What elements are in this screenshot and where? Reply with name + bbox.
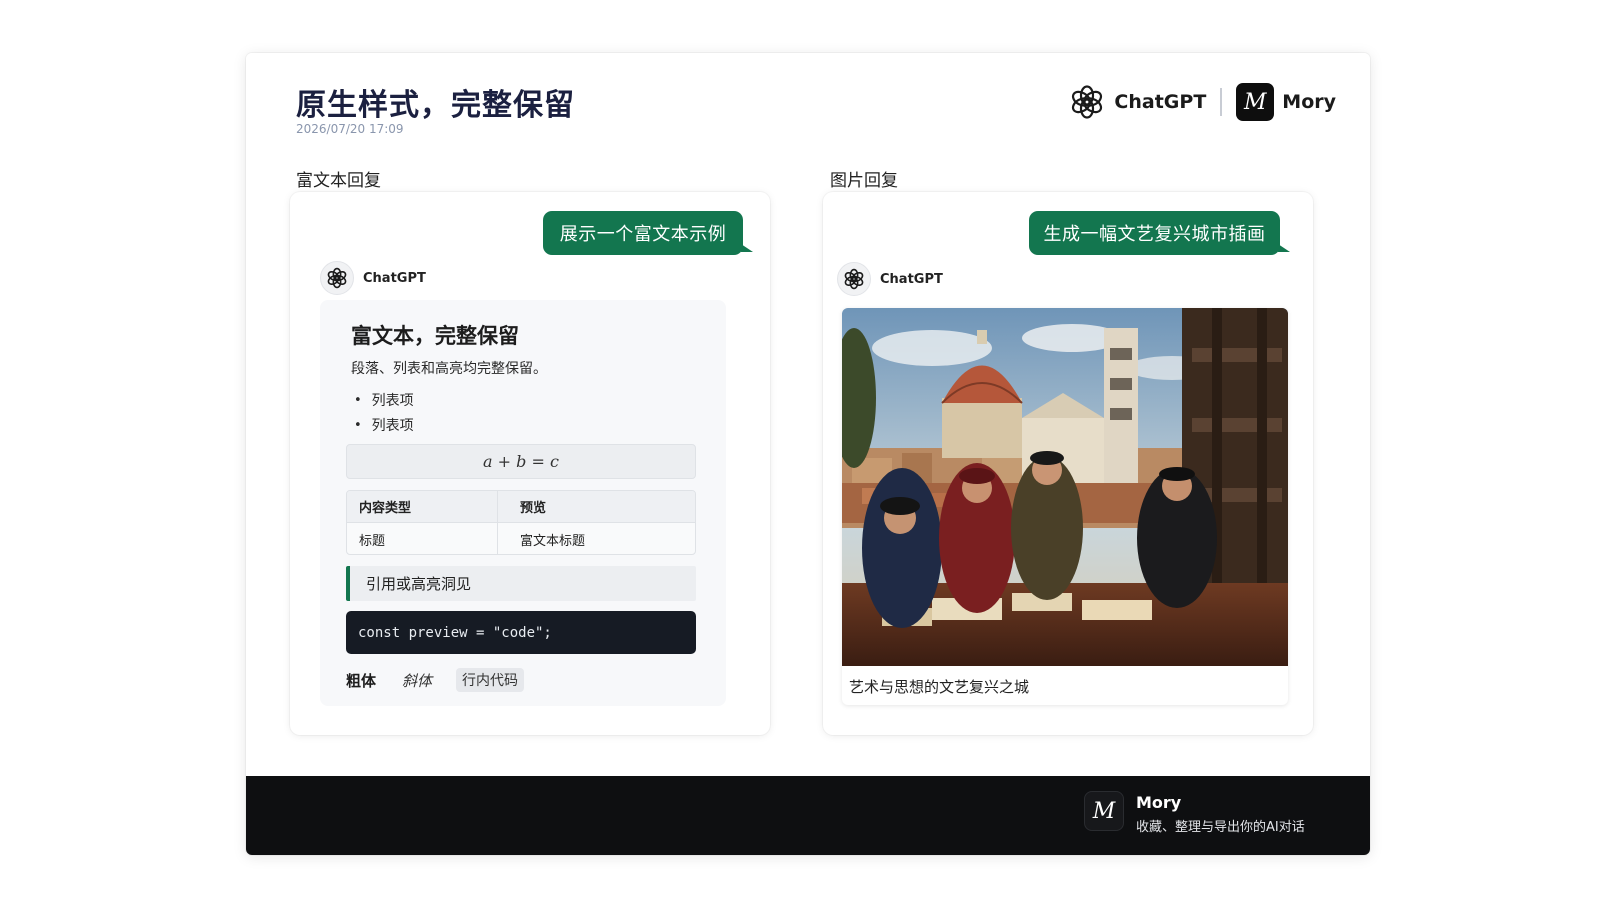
italic-text: 斜体 [402,671,433,690]
rich-text-message: 富文本，完整保留 段落、列表和高亮均完整保留。 列表项 列表项 a + b = … [320,300,726,706]
rich-text-panel: 展示一个富文本示例 ChatGPT 富文本，完整保留 段落、列表和高亮均完整保留… [290,192,770,735]
table-header-row: 内容类型 预览 [347,491,695,523]
user-message-bubble: 展示一个富文本示例 [543,211,753,255]
mory-logo-icon: M [1084,791,1124,831]
image-panel: 生成一幅文艺复兴城市插画 ChatGPT 艺术与思想的文艺复兴之城 [823,192,1313,735]
table-header-cell: 内容类型 [347,491,498,522]
brand-chatgpt-label: ChatGPT [1114,91,1207,113]
footer-brand-name: Mory [1136,793,1182,812]
footer-tagline: 收藏、整理与导出你的AI对话 [1136,820,1305,835]
page-title: 原生样式，完整保留 [296,88,575,123]
brand-divider [1220,88,1223,116]
code-block: const preview = "code"; [346,611,696,654]
bold-text: 粗体 [346,671,377,690]
list-item: 列表项 [354,390,414,410]
brand-mory-label: Mory [1282,91,1336,113]
chatgpt-avatar-icon [837,262,871,296]
blockquote: 引用或高亮洞见 [346,566,696,601]
rich-paragraph: 段落、列表和高亮均完整保留。 [351,361,547,377]
timestamp: 2026/07/20 17:09 [296,122,404,136]
mory-logo-icon: M [1236,83,1275,121]
assistant-header: ChatGPT [320,261,426,295]
inline-code: 行内代码 [456,668,525,692]
table-row: 标题 富文本标题 [347,523,695,554]
table-cell: 富文本标题 [520,533,586,549]
generated-image-card: 艺术与思想的文艺复兴之城 [842,308,1288,705]
assistant-name: ChatGPT [880,271,943,287]
card-body: 原生样式，完整保留 2026/07/20 17:09 ChatGPT M Mor… [246,53,1370,776]
assistant-header: ChatGPT [837,262,943,296]
table-header-cell: 预览 [520,501,547,516]
footer-bar: M Mory 收藏、整理与导出你的AI对话 [246,776,1370,855]
rich-table: 内容类型 预览 标题 富文本标题 [346,490,696,555]
math-block: a + b = c [346,444,696,479]
inline-styles-row: 粗体 斜体 行内代码 [346,668,525,692]
section-label-image: 图片回复 [830,171,898,191]
brand-row: ChatGPT M Mory [1068,82,1336,122]
openai-logo-icon [1068,83,1106,121]
share-card: 原生样式，完整保留 2026/07/20 17:09 ChatGPT M Mor… [246,53,1370,855]
image-caption: 艺术与思想的文艺复兴之城 [849,678,1030,696]
user-message-bubble: 生成一幅文艺复兴城市插画 [1029,211,1290,255]
table-cell: 标题 [347,523,498,554]
list-item: 列表项 [354,415,414,435]
rich-heading: 富文本，完整保留 [351,324,519,348]
chatgpt-avatar-icon [320,261,354,295]
renaissance-city-illustration [842,308,1288,666]
section-label-rich-text: 富文本回复 [296,171,381,191]
assistant-name: ChatGPT [363,270,426,286]
